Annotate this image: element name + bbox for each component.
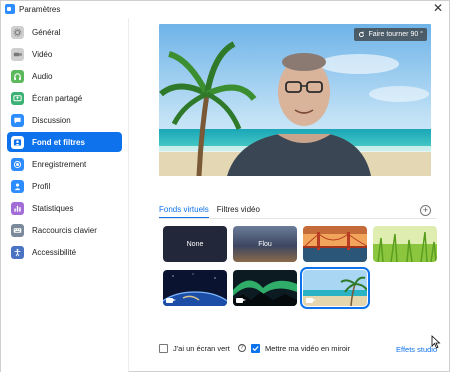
- tabs-divider: [159, 218, 436, 219]
- record-icon: [11, 157, 24, 171]
- sidebar-item-bar-chart[interactable]: Statistiques: [7, 198, 122, 218]
- tab-video-filters[interactable]: Filtres vidéo: [217, 205, 260, 219]
- portrait-icon: [11, 135, 24, 149]
- sidebar-item-record[interactable]: Enregistrement: [7, 154, 122, 174]
- green-screen-checkbox[interactable]: J'ai un écran vert ?: [159, 344, 246, 353]
- sidebar-item-label: Enregistrement: [32, 159, 87, 169]
- close-button[interactable]: ✕: [433, 2, 443, 15]
- background-earth[interactable]: [163, 270, 227, 306]
- tab-virtual-backgrounds[interactable]: Fonds virtuels: [159, 205, 209, 219]
- window-title: Paramètres: [19, 4, 61, 14]
- mirror-video-label: Mettre ma vidéo en miroir: [265, 344, 351, 353]
- background-grass[interactable]: [373, 226, 437, 262]
- video-background-icon: [166, 298, 176, 303]
- video-background-icon: [236, 298, 246, 303]
- sidebar-item-label: Général: [32, 27, 61, 37]
- background-beach[interactable]: [300, 267, 370, 309]
- sidebar-item-screen-share[interactable]: Écran partagé: [7, 88, 122, 108]
- video-background-icon: [306, 298, 316, 303]
- background-tabs: Fonds virtuels Filtres vidéo: [159, 205, 260, 219]
- sidebar-item-label: Statistiques: [32, 203, 74, 213]
- mirror-video-box[interactable]: [251, 344, 260, 353]
- sidebar-item-label: Profil: [32, 181, 51, 191]
- background-aurora[interactable]: [233, 270, 297, 306]
- rotate-90-button[interactable]: Faire tourner 90 °: [354, 28, 427, 41]
- sidebar-item-keyboard[interactable]: Raccourcis clavier: [7, 220, 122, 240]
- background-golden-gate[interactable]: [303, 226, 367, 262]
- golden-gate-image: [303, 226, 367, 262]
- sidebar-item-label: Fond et filtres: [32, 137, 85, 147]
- main-panel: Faire tourner 90 ° Fonds virtuels Filtre…: [130, 18, 449, 372]
- sidebar-item-gear[interactable]: Général: [7, 22, 122, 42]
- sidebar-item-label: Audio: [32, 71, 53, 81]
- sidebar-item-label: Écran partagé: [32, 93, 83, 103]
- green-screen-box[interactable]: [159, 344, 168, 353]
- title-bar: Paramètres ✕: [1, 1, 449, 17]
- screen-share-icon: [11, 91, 24, 105]
- sidebar-item-portrait[interactable]: Fond et filtres: [7, 132, 122, 152]
- settings-sidebar: Général Vidéo Audio Écran partagé Discussion…: [1, 18, 129, 372]
- accessibility-icon: [11, 245, 24, 259]
- plus-icon: +: [422, 205, 429, 215]
- sidebar-item-video-camera[interactable]: Vidéo: [7, 44, 122, 64]
- person-icon: [11, 179, 24, 193]
- help-icon[interactable]: ?: [237, 344, 246, 352]
- sidebar-item-label: Discussion: [32, 115, 71, 125]
- gear-icon: [11, 25, 24, 39]
- sidebar-item-person[interactable]: Profil: [7, 176, 122, 196]
- background-blur[interactable]: Flou: [233, 226, 297, 262]
- sidebar-item-chat-bubble[interactable]: Discussion: [7, 110, 122, 130]
- options-bar: J'ai un écran vert ? Mettre ma vidéo en …: [159, 344, 444, 368]
- zoom-app-icon: [5, 4, 15, 14]
- bar-chart-icon: [11, 201, 24, 215]
- headphones-icon: [11, 69, 24, 83]
- background-none[interactable]: None: [163, 226, 227, 262]
- video-camera-icon: [11, 47, 24, 61]
- webcam-image: [159, 24, 431, 176]
- video-preview: Faire tourner 90 °: [159, 24, 431, 176]
- rotate-icon: [359, 31, 365, 38]
- grass-image: [373, 226, 437, 262]
- sidebar-item-headphones[interactable]: Audio: [7, 66, 122, 86]
- checkmark-icon: [252, 346, 259, 352]
- add-background-button[interactable]: +: [420, 205, 431, 216]
- green-screen-label: J'ai un écran vert: [173, 344, 230, 353]
- sidebar-item-accessibility[interactable]: Accessibilité: [7, 242, 122, 262]
- rotate-label: Faire tourner 90 °: [368, 31, 423, 38]
- mouse-cursor-icon: [431, 335, 441, 349]
- sidebar-item-label: Vidéo: [32, 49, 53, 59]
- background-none-label: None: [186, 240, 204, 248]
- chat-bubble-icon: [11, 113, 24, 127]
- background-blur-label: Flou: [258, 240, 272, 248]
- mirror-video-checkbox[interactable]: Mettre ma vidéo en miroir: [251, 344, 351, 353]
- sidebar-item-label: Accessibilité: [32, 247, 77, 257]
- keyboard-icon: [11, 223, 24, 237]
- sidebar-item-label: Raccourcis clavier: [32, 225, 97, 235]
- settings-window: Paramètres ✕ Général Vidéo Audio Écran part…: [0, 0, 450, 372]
